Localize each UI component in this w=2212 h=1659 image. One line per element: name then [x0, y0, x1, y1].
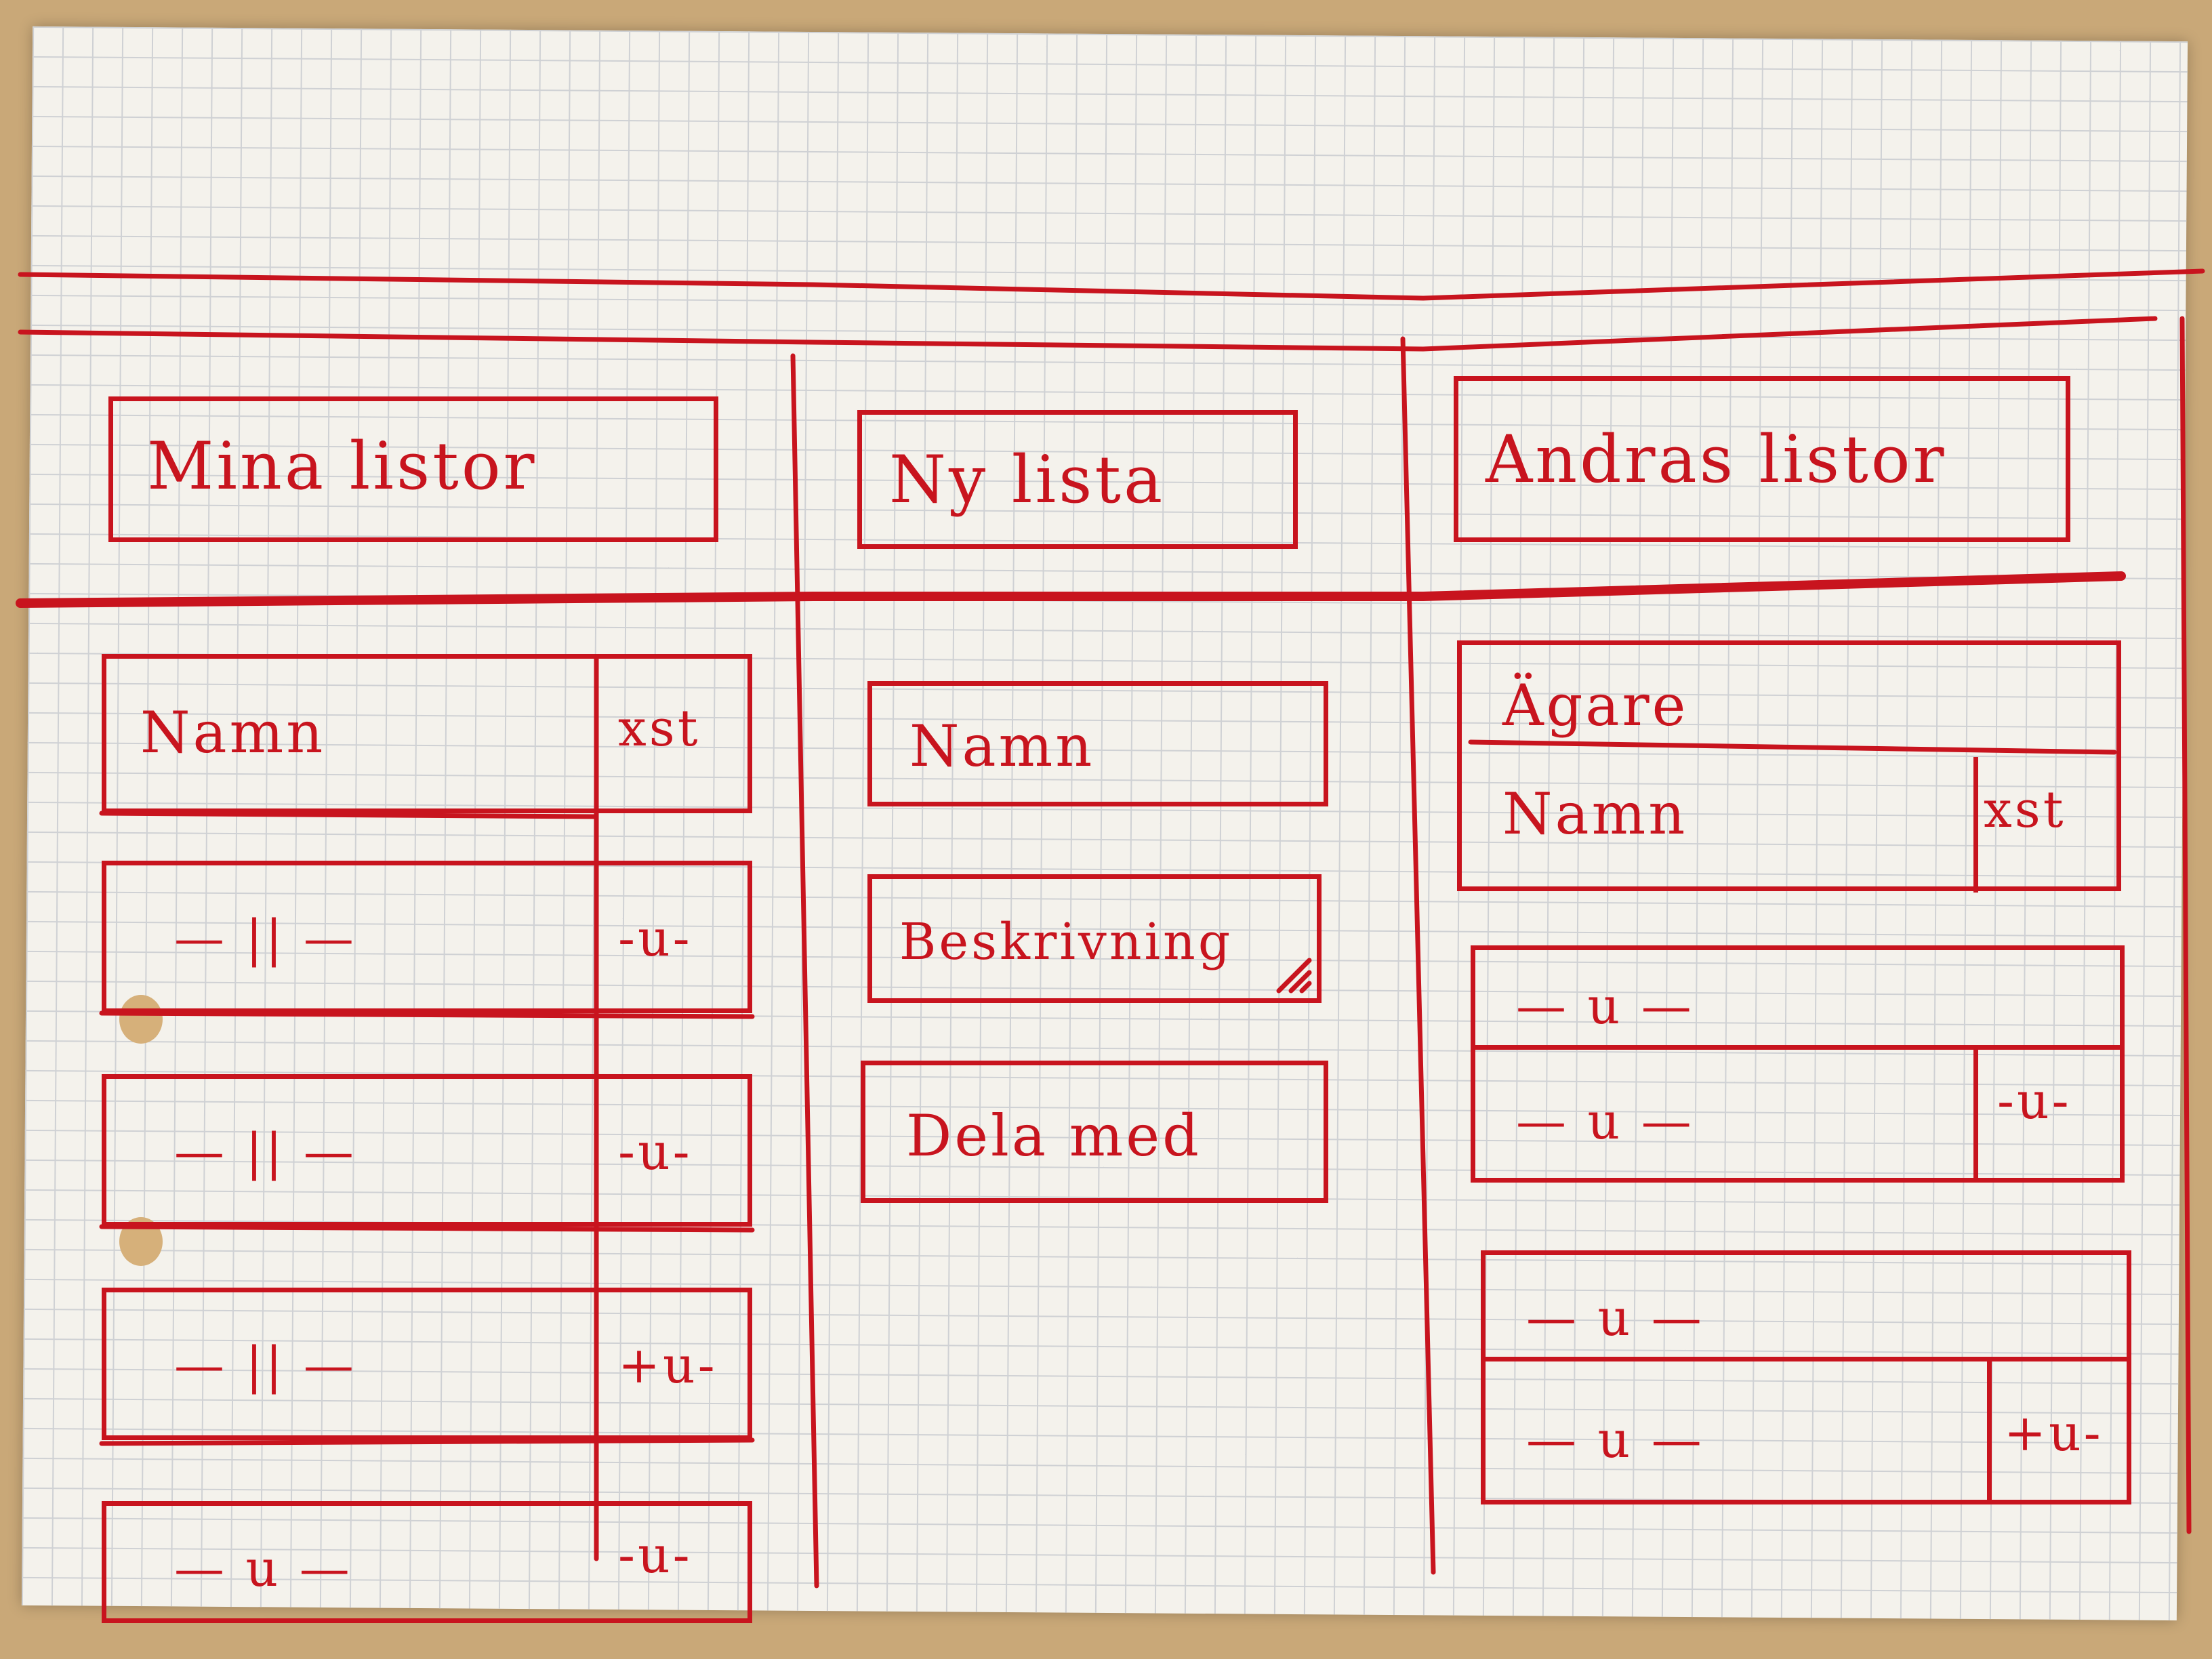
- resize-handle-icon[interactable]: [1272, 954, 1313, 994]
- header-name: Namn: [140, 699, 326, 766]
- tab-my-lists-label: Mina listor: [147, 428, 537, 504]
- header-name: Namn: [1502, 781, 1688, 847]
- list-item-name: — u —: [174, 1540, 352, 1598]
- list-item-count: -u-: [1997, 1072, 2072, 1130]
- list-item-count: -u-: [618, 1123, 693, 1181]
- tab-others-lists-label: Andras listor: [1486, 422, 1947, 497]
- others-lists-header: Ägare Namn xst: [1457, 640, 2121, 893]
- row-divider: [1486, 1357, 2127, 1361]
- list-item-count: -u-: [618, 909, 693, 968]
- tab-new-list-label: Ny lista: [889, 442, 1166, 518]
- list-item-name: — || —: [174, 909, 356, 968]
- header-owner: Ägare: [1502, 672, 1689, 739]
- description-field-label: Beskrivning: [899, 913, 1233, 971]
- header-count: xst: [1984, 781, 2066, 839]
- list-item-name: — u —: [1516, 1092, 1694, 1151]
- list-item[interactable]: — u — — u — +u-: [1481, 1250, 2131, 1504]
- list-item-owner: — u —: [1526, 1289, 1704, 1347]
- list-item[interactable]: — u — -u-: [102, 1501, 752, 1623]
- tab-others-lists[interactable]: Andras listor: [1454, 376, 2070, 542]
- row-divider: [1475, 1045, 2120, 1050]
- share-with-field-label: Dela med: [906, 1103, 1202, 1169]
- list-item-owner: — u —: [1516, 977, 1694, 1036]
- list-item-count: +u-: [618, 1336, 718, 1395]
- list-item[interactable]: — || — -u-: [102, 861, 752, 1013]
- tab-my-lists[interactable]: Mina listor: [108, 396, 718, 542]
- name-field-label: Namn: [909, 713, 1095, 779]
- list-item-name: — || —: [174, 1336, 356, 1395]
- list-item-count: +u-: [2004, 1404, 2104, 1462]
- header-count: xst: [618, 699, 701, 758]
- my-lists-header: Namn xst: [102, 654, 752, 813]
- name-field[interactable]: Namn: [867, 681, 1328, 806]
- list-item[interactable]: — || — -u-: [102, 1074, 752, 1227]
- share-with-field[interactable]: Dela med: [861, 1061, 1328, 1203]
- list-item-name: — u —: [1526, 1411, 1704, 1469]
- list-item[interactable]: — u — — u — -u-: [1471, 945, 2125, 1183]
- tab-new-list[interactable]: Ny lista: [857, 410, 1298, 549]
- list-item-name: — || —: [174, 1123, 356, 1181]
- description-field[interactable]: Beskrivning: [867, 874, 1322, 1003]
- list-item[interactable]: — || — +u-: [102, 1288, 752, 1440]
- column-divider: [1973, 1050, 1978, 1183]
- column-divider: [1973, 757, 1978, 893]
- list-item-count: -u-: [618, 1526, 693, 1584]
- column-divider: [1987, 1361, 1992, 1504]
